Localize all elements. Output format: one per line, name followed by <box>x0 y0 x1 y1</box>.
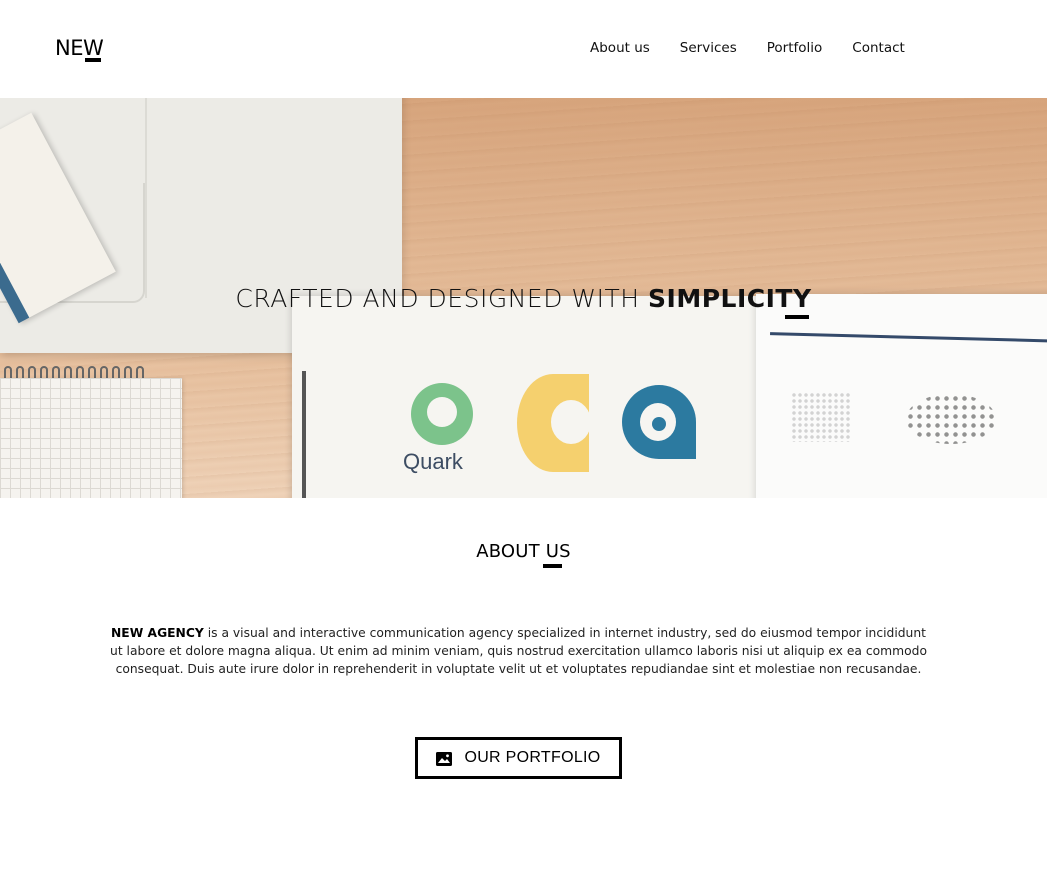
about-title-underline <box>543 564 562 568</box>
nav-link-portfolio[interactable]: Portfolio <box>767 40 823 56</box>
nav-link-services[interactable]: Services <box>680 40 737 56</box>
our-portfolio-button[interactable]: OUR PORTFOLIO <box>415 737 622 779</box>
about-description: NEW AGENCY is a visual and interactive c… <box>110 624 927 678</box>
c-logo-image <box>517 374 591 472</box>
title-underline <box>784 315 809 319</box>
quark-logo-image: Quark <box>403 383 478 474</box>
our-portfolio-label: OUR PORTFOLIO <box>464 749 601 766</box>
main-nav: About us Services Portfolio Contact <box>590 40 905 56</box>
image-icon <box>436 751 453 766</box>
about-section-title: ABOUT US <box>476 541 571 562</box>
company-name: NEW AGENCY <box>111 626 204 640</box>
logo-text: NE <box>55 36 83 60</box>
site-logo[interactable]: NEW <box>55 36 104 62</box>
hero-title-emphasis: SIMPLICITY <box>648 284 812 319</box>
about-body-text: is a visual and interactive communicatio… <box>110 626 927 676</box>
hero-title: CRAFTED AND DESIGNED WITH SIMPLICITY <box>0 284 1047 319</box>
hero-title-prefix: CRAFTED AND DESIGNED WITH <box>235 284 649 313</box>
logo-underlined-letter: W <box>82 36 104 62</box>
site-header: NEW About us Services Portfolio Contact <box>0 0 1047 98</box>
magazine-page-right <box>756 294 1047 498</box>
notebook-image <box>0 378 182 498</box>
hero-banner: Quark CRAFTED AND DESIGNED WITH SIMPLICI… <box>0 98 1047 498</box>
nav-link-about-us[interactable]: About us <box>590 40 650 56</box>
hero-title-emphasis-text: SIMPLICITY <box>648 284 812 313</box>
nav-link-contact[interactable]: Contact <box>852 40 905 56</box>
a-logo-image <box>622 385 696 467</box>
quark-logo-label: Quark <box>403 449 463 474</box>
